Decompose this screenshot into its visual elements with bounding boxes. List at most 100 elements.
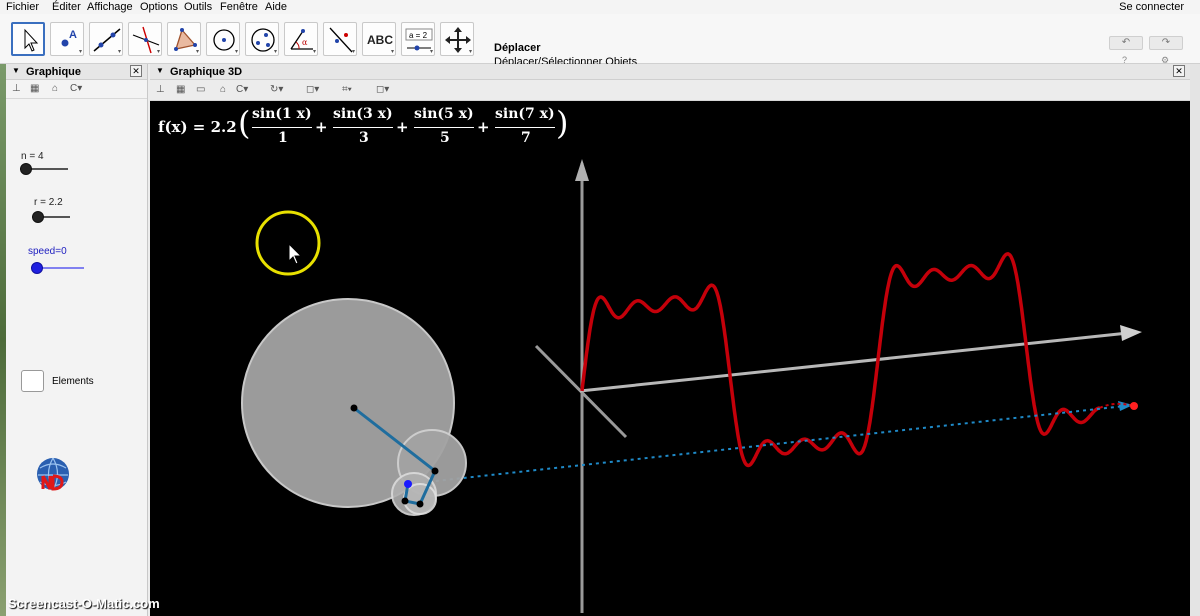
undo-button[interactable]: ↶ [1109, 36, 1143, 50]
right-collapse-strip[interactable] [1190, 64, 1200, 616]
joint-point-2 [416, 500, 424, 508]
formula-lhs: f(x) = 2.2 [158, 118, 237, 136]
menu-aide[interactable]: Aide [265, 0, 287, 14]
joint-point-3 [401, 497, 409, 505]
angle-tool-button[interactable]: α ▾ [284, 22, 318, 56]
menu-fichier[interactable]: Fichier [6, 0, 39, 14]
graphics-3d-close-button[interactable]: ✕ [1173, 65, 1185, 77]
slider-speed-label: speed=0 [28, 246, 67, 257]
toolbar: A ▾ ▾ ▾ ▾ ▾ ▾ α ▾ ▾ ABC ▾ a = 2 ▾ ▾ Dépl… [0, 14, 1200, 68]
text-tool-label: ABC [367, 33, 393, 47]
perpendicular-tool-button[interactable]: ▾ [128, 22, 162, 56]
menu-fenetre[interactable]: Fenêtre [220, 0, 258, 14]
slider-r-label: r = 2.2 [34, 197, 63, 208]
formula-plus-1: + [315, 118, 328, 136]
tracing-point [1130, 402, 1138, 410]
formula-plus-2: + [396, 118, 409, 136]
fourier-curve [580, 252, 1101, 468]
graphics-3d-canvas[interactable] [150, 101, 1190, 616]
tip-point [404, 480, 412, 488]
globe-logo-icon [37, 457, 69, 491]
point-tool-button[interactable]: A ▾ [50, 22, 84, 56]
watermark: Screencast-O-Matic.com [8, 596, 160, 611]
graphics-3d-panel: ▼ Graphique 3D ✕ ⊥ ▦ ▭ ⌂ C▾ ↻▾ ◻▾ ⌗▾ ◻▾ [150, 64, 1190, 616]
graphics-style-bar: ⊥ ▦ ⌂ C▾ [6, 81, 147, 99]
move-view-tool-button[interactable]: ▾ [440, 22, 474, 56]
formula-term-1-den: 1 [278, 130, 288, 146]
formula-term-3-bar [414, 127, 474, 128]
menu-bar: Fichier Éditer Affichage Options Outils … [0, 0, 1200, 14]
point-capture-3d-icon[interactable]: C▾ [236, 84, 248, 95]
menu-outils[interactable]: Outils [184, 0, 212, 14]
formula-plus-3: + [477, 118, 490, 136]
menu-affichage[interactable]: Affichage [87, 0, 133, 14]
slider-n-knob[interactable] [20, 163, 32, 175]
rotate-view-icon[interactable]: ↻▾ [270, 84, 283, 95]
graphics-panel-header: ▼ Graphique ✕ [6, 64, 147, 80]
elements-checkbox-label: Elements [52, 376, 94, 387]
formula-term-3-den: 5 [440, 130, 450, 146]
polygon-tool-button[interactable]: ▾ [167, 22, 201, 56]
axes-toggle-icon[interactable]: ⊥ [12, 83, 21, 94]
graphics-3d-style-bar: ⊥ ▦ ▭ ⌂ C▾ ↻▾ ◻▾ ⌗▾ ◻▾ [150, 80, 1190, 101]
formula-term-4-den: 7 [521, 130, 531, 146]
graphics-panel: ▼ Graphique ✕ ⊥ ▦ ⌂ C▾ n = 4 r = 2.2 spe… [6, 64, 148, 616]
move-tool-button[interactable] [11, 22, 45, 56]
graphics-panel-close-button[interactable]: ✕ [130, 65, 142, 77]
home-icon[interactable]: ⌂ [52, 83, 58, 94]
graphics-3d-header: ▼ Graphique 3D ✕ [150, 64, 1190, 80]
undo-icon: ↶ [1121, 37, 1131, 48]
grid-toggle-icon[interactable]: ▦ [30, 83, 39, 94]
formula-right-paren: ) [556, 104, 569, 142]
redo-icon: ↷ [1161, 37, 1171, 48]
mouse-cursor-icon [288, 242, 303, 265]
formula-term-1-bar [252, 127, 312, 128]
line-tool-button[interactable]: ▾ [89, 22, 123, 56]
slider-n-label: n = 4 [21, 151, 44, 162]
formula-term-2-den: 3 [359, 130, 369, 146]
text-tool-button[interactable]: ABC ▾ [362, 22, 396, 56]
graphics-panel-title: Graphique [26, 66, 82, 78]
slider-r-knob[interactable] [32, 211, 44, 223]
formula-term-4-num: sin(7 x) [495, 106, 555, 122]
redo-button[interactable]: ↷ [1149, 36, 1183, 50]
menu-options[interactable]: Options [140, 0, 178, 14]
epicycle-disk-4 [403, 483, 437, 515]
joint-point-1 [431, 467, 439, 475]
center-point [350, 404, 358, 412]
formula-term-1-num: sin(1 x) [252, 106, 312, 122]
reflect-tool-button[interactable]: ▾ [323, 22, 357, 56]
menu-editer[interactable]: Éditer [52, 0, 81, 14]
slider-speed-knob[interactable] [31, 262, 43, 274]
projection-icon[interactable]: ⌗▾ [342, 84, 352, 95]
conic-tool-button[interactable]: ▾ [245, 22, 279, 56]
elements-checkbox[interactable] [21, 370, 44, 392]
collapse-3d-arrow-icon[interactable]: ▼ [156, 66, 164, 75]
formula-term-3-num: sin(5 x) [414, 106, 474, 122]
trace-line [407, 405, 1126, 485]
graphics-3d-title: Graphique 3D [170, 66, 243, 78]
view-direction-icon[interactable]: ◻▾ [376, 84, 389, 95]
plane-toggle-icon[interactable]: ▭ [196, 84, 205, 95]
x-axis-arrow [1120, 325, 1142, 341]
home-3d-icon[interactable]: ⌂ [220, 84, 226, 95]
formula-term-2-bar [333, 127, 393, 128]
collapse-arrow-icon[interactable]: ▼ [12, 66, 20, 75]
svg-text:A: A [69, 29, 77, 41]
circle-tool-button[interactable]: ▾ [206, 22, 240, 56]
selected-tool-title: Déplacer [494, 42, 541, 54]
clipping-icon[interactable]: ◻▾ [306, 84, 319, 95]
formula-term-2-num: sin(3 x) [333, 106, 393, 122]
formula-term-4-bar [495, 127, 555, 128]
cursor-highlight-circle [255, 210, 321, 276]
point-capture-icon[interactable]: C▾ [70, 83, 82, 94]
slider-tool-button[interactable]: a = 2 ▾ [401, 22, 435, 56]
login-link[interactable]: Se connecter [1119, 0, 1184, 14]
axes-3d-toggle-icon[interactable]: ⊥ [156, 84, 165, 95]
svg-text:α: α [302, 38, 308, 47]
x-axis [579, 331, 1129, 393]
grid-3d-toggle-icon[interactable]: ▦ [176, 84, 185, 95]
z-axis-arrow [575, 159, 589, 181]
formula-left-paren: ( [238, 104, 251, 142]
arrow-cursor-icon [24, 28, 39, 52]
